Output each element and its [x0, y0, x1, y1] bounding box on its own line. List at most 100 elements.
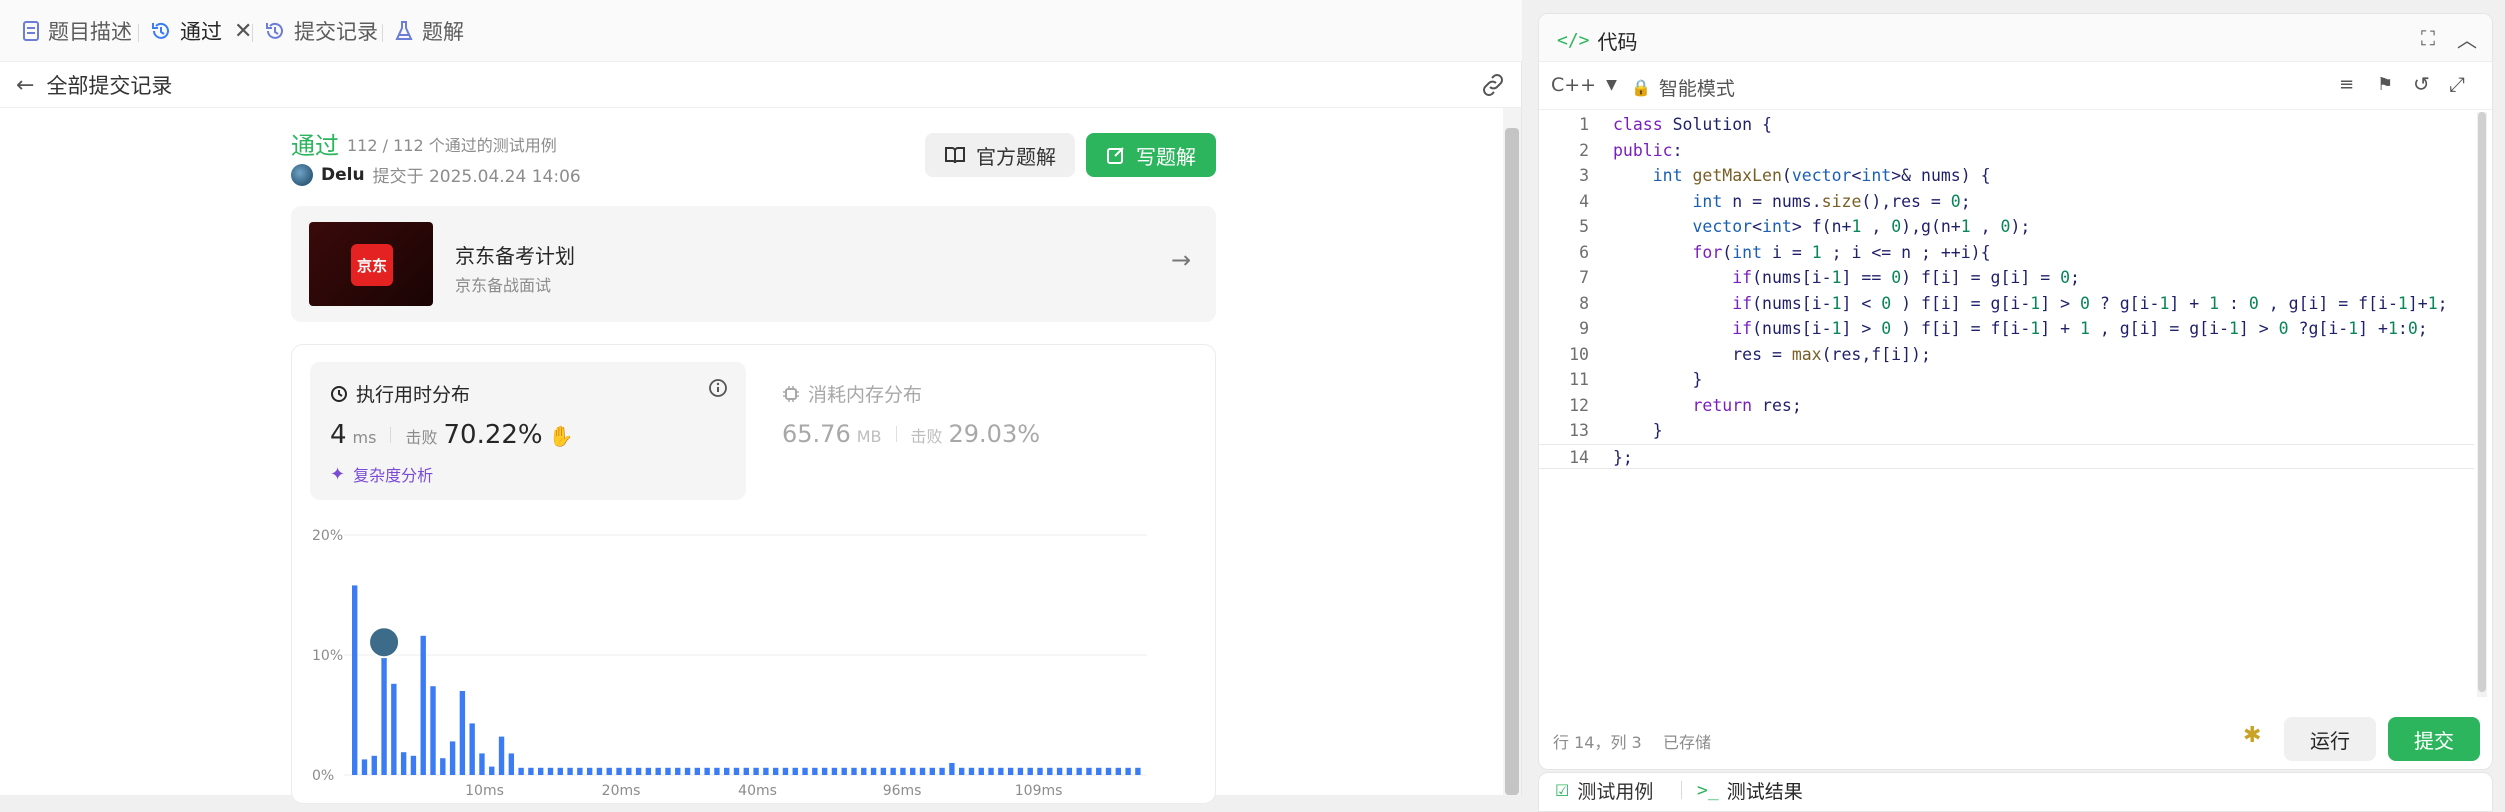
chart-bar[interactable] — [1076, 767, 1082, 775]
chart-bar[interactable] — [900, 767, 906, 775]
chart-bar[interactable] — [459, 691, 466, 775]
chart-bar[interactable] — [430, 686, 436, 775]
chart-bar[interactable] — [880, 767, 887, 775]
code-line[interactable]: 5 vector<int> f(n+1 , 0),g(n+1 , 0); — [1539, 214, 2474, 239]
chart-bar[interactable] — [733, 767, 740, 775]
code-line[interactable]: 9 if(nums[i-1] > 0 ) f[i] = f[i-1] + 1 ,… — [1539, 316, 2474, 341]
chart-bar[interactable] — [714, 767, 720, 775]
runtime-distribution-chart[interactable]: 20% 10% 0% 10ms 20ms 40ms 96ms 109ms — [292, 515, 1217, 805]
chart-bar[interactable] — [890, 767, 896, 775]
code-line[interactable]: 1 class Solution { — [1539, 112, 2474, 137]
chart-bar[interactable] — [763, 767, 769, 775]
code-text[interactable]: res = max(res,f[i]); — [1613, 342, 1931, 367]
chart-bar[interactable] — [1056, 767, 1063, 775]
chart-bar[interactable] — [665, 767, 671, 775]
chart-bar[interactable] — [528, 767, 534, 775]
chart-bar[interactable] — [1066, 767, 1073, 775]
reset-icon[interactable]: ↺ — [2413, 72, 2430, 96]
chart-bar[interactable] — [802, 767, 808, 775]
chart-bar[interactable] — [831, 767, 838, 775]
chart-bar[interactable] — [724, 767, 730, 775]
promo-card[interactable]: 京东 京东备考计划 京东备战面试 → — [291, 206, 1216, 322]
chart-bar[interactable] — [978, 767, 984, 775]
arrow-right-icon[interactable]: → — [1171, 246, 1191, 274]
tab-solutions[interactable]: 题解 — [394, 0, 464, 62]
code-line[interactable]: 12 return res; — [1539, 393, 2474, 418]
chart-bar[interactable] — [743, 767, 749, 775]
chart-bar[interactable] — [1096, 767, 1102, 775]
chart-bar[interactable] — [998, 767, 1004, 775]
collapse-icon[interactable]: ︿ — [2457, 24, 2477, 53]
chart-bar[interactable] — [919, 767, 926, 775]
chart-bar[interactable] — [675, 767, 681, 775]
chart-bar[interactable] — [851, 767, 857, 775]
chart-bar[interactable] — [635, 767, 642, 775]
code-text[interactable]: } — [1613, 418, 1663, 443]
chart-bar[interactable] — [352, 585, 358, 775]
mode-toggle[interactable]: 🔒 智能模式 — [1631, 74, 1735, 101]
chart-bar[interactable] — [547, 767, 554, 775]
chart-bar[interactable] — [449, 741, 456, 775]
chart-bar[interactable] — [420, 635, 426, 775]
chart-bar[interactable] — [567, 767, 573, 775]
close-icon[interactable]: ✕ — [234, 19, 252, 44]
chart-bar[interactable] — [400, 752, 407, 775]
info-icon[interactable] — [708, 378, 728, 402]
chart-bar[interactable] — [684, 767, 691, 775]
chart-bar[interactable] — [538, 767, 544, 775]
chart-bar[interactable] — [968, 767, 975, 775]
run-button[interactable]: 运行 — [2284, 717, 2376, 761]
code-text[interactable]: int n = nums.size(),res = 0; — [1613, 189, 1970, 214]
code-text[interactable]: return res; — [1613, 393, 1801, 418]
chart-bar[interactable] — [1017, 767, 1024, 775]
code-line[interactable]: 10 res = max(res,f[i]); — [1539, 342, 2474, 367]
chart-bar[interactable] — [391, 683, 397, 775]
code-text[interactable]: if(nums[i-1] < 0 ) f[i] = g[i-1] > 0 ? g… — [1613, 291, 2447, 316]
chart-bar[interactable] — [694, 767, 701, 775]
chart-bar[interactable] — [704, 767, 710, 775]
my-submission-avatar[interactable] — [368, 626, 401, 659]
chart-bar[interactable] — [469, 723, 475, 775]
chart-bar[interactable] — [782, 767, 789, 775]
chart-bar[interactable] — [577, 767, 583, 775]
back-to-submissions-link[interactable]: ← 全部提交记录 — [16, 62, 172, 108]
chart-bar[interactable] — [939, 767, 945, 775]
tab-description[interactable]: 题目描述 — [22, 0, 132, 62]
share-link-icon[interactable] — [1480, 74, 1506, 96]
code-line[interactable]: 2 public: — [1539, 138, 2474, 163]
chart-bar[interactable] — [812, 767, 818, 775]
chart-bar[interactable] — [910, 767, 916, 775]
write-solution-button[interactable]: 写题解 — [1086, 133, 1216, 177]
code-text[interactable]: class Solution { — [1613, 112, 1772, 137]
chart-bar[interactable] — [1027, 767, 1033, 775]
chart-bar[interactable] — [371, 755, 377, 775]
code-text[interactable]: }; — [1613, 445, 1633, 470]
bookmark-icon[interactable]: ⚑ — [2377, 74, 2393, 95]
expand-icon[interactable]: ⤢ — [2449, 72, 2465, 96]
chart-bar[interactable] — [861, 767, 867, 775]
chart-bar[interactable] — [929, 767, 935, 775]
code-line[interactable]: 14}; — [1539, 443, 2474, 470]
avatar[interactable] — [291, 163, 313, 186]
chart-bar[interactable] — [645, 767, 652, 775]
tab-testcases[interactable]: ☑ 测试用例 — [1555, 777, 1653, 804]
chart-bar[interactable] — [949, 763, 955, 775]
tab-submissions[interactable]: 提交记录 — [264, 0, 378, 62]
code-line[interactable]: 6 for(int i = 1 ; i <= n ; ++i){ — [1539, 240, 2474, 265]
editor-scrollbar-thumb[interactable] — [2478, 112, 2486, 692]
chart-bar[interactable] — [381, 644, 387, 775]
format-icon[interactable]: ≡ — [2339, 74, 2354, 95]
code-text[interactable]: if(nums[i-1] == 0) f[i] = g[i] = 0; — [1613, 265, 2080, 290]
chart-bar[interactable] — [1125, 767, 1131, 775]
tab-accepted[interactable]: 通过 ✕ — [150, 0, 252, 62]
code-text[interactable]: public: — [1613, 138, 1683, 163]
editor-scrollbar[interactable] — [2477, 112, 2487, 697]
chart-bar[interactable] — [1135, 767, 1141, 775]
code-line[interactable]: 7 if(nums[i-1] == 0) f[i] = g[i] = 0; — [1539, 265, 2474, 290]
username[interactable]: Delu — [321, 165, 365, 185]
code-line[interactable]: 11 } — [1539, 367, 2474, 392]
code-line[interactable]: 4 int n = nums.size(),res = 0; — [1539, 189, 2474, 214]
chart-bar[interactable] — [557, 767, 563, 775]
chart-bar[interactable] — [988, 767, 994, 775]
memory-card[interactable]: 消耗内存分布 65.76 MB 击败 29.03% — [782, 365, 1202, 499]
